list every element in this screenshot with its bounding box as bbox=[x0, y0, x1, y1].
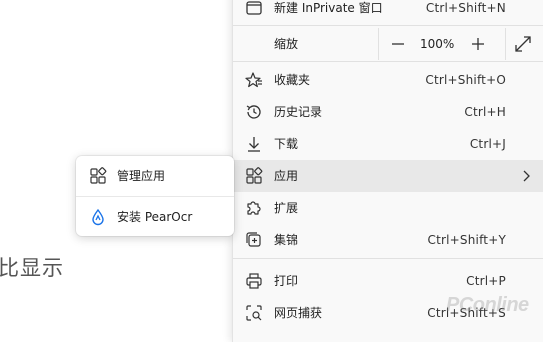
menu-item-history[interactable]: 历史记录 Ctrl+H bbox=[233, 96, 543, 128]
menu-item-label: 打印 bbox=[274, 274, 299, 288]
menu-item-label: 收藏夹 bbox=[274, 73, 311, 87]
zoom-divider bbox=[505, 28, 506, 60]
inprivate-window-icon bbox=[245, 0, 263, 17]
chevron-right-icon bbox=[521, 169, 531, 183]
web-capture-icon bbox=[245, 304, 263, 322]
download-arrow-icon bbox=[245, 135, 263, 153]
history-clock-icon bbox=[245, 103, 263, 121]
menu-item-shortcut: Ctrl+P bbox=[466, 274, 506, 288]
page-background-text: 比显示 bbox=[0, 256, 64, 280]
fullscreen-button[interactable] bbox=[514, 35, 532, 53]
menu-item-apps[interactable]: 应用 bbox=[233, 160, 543, 192]
submenu-item-label: 管理应用 bbox=[117, 169, 166, 183]
menu-divider bbox=[233, 25, 543, 26]
extensions-puzzle-icon bbox=[245, 199, 263, 217]
menu-item-label: 网页捕获 bbox=[274, 306, 323, 320]
menu-item-favorites[interactable]: 收藏夹 Ctrl+Shift+O bbox=[233, 64, 543, 96]
menu-item-label: 历史记录 bbox=[274, 105, 323, 119]
zoom-in-button[interactable] bbox=[469, 35, 487, 53]
menu-divider bbox=[233, 61, 543, 62]
menu-item-label: 新建 InPrivate 窗口 bbox=[274, 1, 383, 15]
favorites-star-icon bbox=[245, 71, 263, 89]
apps-grid-icon bbox=[245, 167, 263, 185]
apps-grid-icon bbox=[89, 167, 107, 185]
menu-item-print[interactable]: 打印 Ctrl+P bbox=[233, 265, 543, 297]
apps-submenu: 管理应用 安装 PearOcr bbox=[76, 156, 234, 236]
menu-divider bbox=[233, 258, 543, 259]
submenu-item-manage-apps[interactable]: 管理应用 bbox=[76, 156, 234, 196]
zoom-out-button[interactable] bbox=[389, 35, 407, 53]
menu-item-shortcut: Ctrl+Shift+N bbox=[425, 1, 506, 15]
printer-icon bbox=[245, 272, 263, 290]
collections-icon bbox=[245, 231, 263, 249]
zoom-level: 100% bbox=[420, 37, 455, 51]
menu-item-label: 下载 bbox=[274, 137, 299, 151]
submenu-item-install-app[interactable]: 安装 PearOcr bbox=[76, 197, 234, 237]
submenu-item-label: 安装 PearOcr bbox=[117, 210, 193, 224]
menu-item-collections[interactable]: 集锦 Ctrl+Shift+Y bbox=[233, 224, 543, 256]
menu-item-zoom: 缩放 100% bbox=[233, 28, 543, 60]
menu-item-label: 集锦 bbox=[274, 233, 299, 247]
watermark-logo: PConline bbox=[446, 294, 529, 316]
zoom-divider bbox=[378, 28, 379, 60]
browser-settings-menu: 新建 InPrivate 窗口 Ctrl+Shift+N 缩放 100% 收藏夹… bbox=[232, 0, 543, 342]
menu-item-new-inprivate[interactable]: 新建 InPrivate 窗口 Ctrl+Shift+N bbox=[233, 0, 543, 24]
zoom-label: 缩放 bbox=[274, 37, 299, 51]
menu-item-shortcut: Ctrl+Shift+Y bbox=[427, 233, 506, 247]
menu-item-shortcut: Ctrl+H bbox=[464, 105, 506, 119]
menu-item-shortcut: Ctrl+J bbox=[469, 137, 506, 151]
menu-item-shortcut: Ctrl+Shift+O bbox=[425, 73, 506, 87]
menu-item-extensions[interactable]: 扩展 bbox=[233, 192, 543, 224]
menu-item-label: 扩展 bbox=[274, 201, 299, 215]
menu-item-downloads[interactable]: 下载 Ctrl+J bbox=[233, 128, 543, 160]
pearocr-app-icon bbox=[89, 208, 107, 226]
menu-item-label: 应用 bbox=[274, 169, 299, 183]
